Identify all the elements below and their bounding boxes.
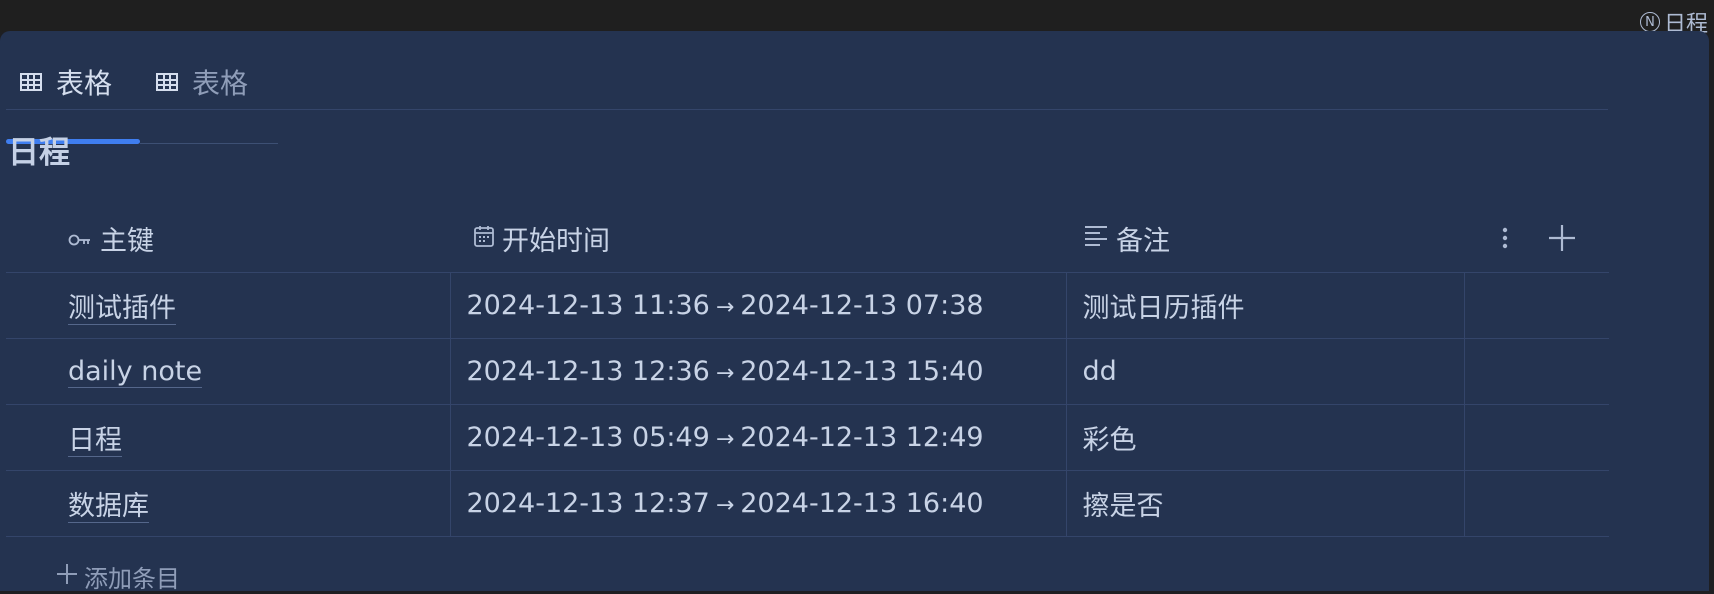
end-value: 2024-12-13 16:40: [740, 487, 984, 519]
column-header-label: 主键: [100, 225, 154, 257]
cell-note[interactable]: 彩色: [1065, 403, 1464, 470]
cell-start-time[interactable]: 2024-12-13 05:49 → 2024-12-13 12:49: [449, 403, 1066, 470]
column-header-key[interactable]: 主键: [6, 177, 450, 272]
cell-empty[interactable]: [1463, 337, 1609, 404]
database-panel: 表格 表格 日程 主键 开始时间 备注 测试插件 2024-12-13 11:3…: [0, 31, 1709, 594]
row-key-link[interactable]: 日程: [68, 424, 122, 457]
tab-table-1[interactable]: 表格: [20, 55, 112, 109]
notion-n-icon: N: [1639, 12, 1660, 32]
cell-start-time[interactable]: 2024-12-13 12:37 → 2024-12-13 16:40: [449, 469, 1066, 537]
add-row-button[interactable]: 添加条目: [56, 559, 180, 594]
column-header-label: 备注: [1116, 225, 1170, 257]
column-header-start-time[interactable]: 开始时间: [450, 177, 1066, 272]
add-row-label: 添加条目: [84, 565, 180, 593]
tab-label: 表格: [192, 67, 249, 100]
cell-note[interactable]: 擦是否: [1065, 469, 1464, 537]
cell-empty[interactable]: [1463, 403, 1609, 470]
tab-label: 表格: [56, 67, 113, 100]
range-arrow-icon: →: [715, 360, 735, 386]
column-header-actions: [1464, 177, 1609, 272]
add-column-plus-icon[interactable]: [1548, 224, 1576, 252]
end-value: 2024-12-13 07:38: [740, 289, 984, 321]
calendar-icon: [474, 223, 494, 254]
range-arrow-icon: →: [715, 294, 735, 320]
cell-start-time[interactable]: 2024-12-13 12:36 → 2024-12-13 15:40: [449, 337, 1066, 404]
view-tabs: 表格 表格: [6, 55, 1608, 144]
cell-note[interactable]: dd: [1065, 337, 1464, 404]
database-table: 主键 开始时间 备注 测试插件 2024-12-13 11:36 → 2024-…: [6, 177, 1609, 537]
table-row[interactable]: daily note 2024-12-13 12:36 → 2024-12-13 1…: [6, 337, 1609, 404]
table-row[interactable]: 日程 2024-12-13 05:49 → 2024-12-13 12:49 彩色: [6, 403, 1609, 470]
cell-note[interactable]: 测试日历插件: [1065, 271, 1464, 338]
start-value: 2024-12-13 11:36: [466, 289, 710, 321]
cell-key[interactable]: 测试插件: [6, 271, 450, 338]
range-arrow-icon: →: [715, 492, 735, 518]
cell-key[interactable]: 数据库: [6, 469, 450, 537]
plus-icon: [56, 563, 78, 591]
more-vertical-icon[interactable]: [1502, 227, 1508, 249]
cell-start-time[interactable]: 2024-12-13 11:36 → 2024-12-13 07:38: [449, 271, 1066, 338]
cell-key[interactable]: daily note: [6, 337, 450, 404]
header-row: 主键 开始时间 备注: [6, 177, 1609, 272]
tab-divider: [140, 143, 278, 144]
top-bar: [0, 0, 1714, 32]
cell-key[interactable]: 日程: [6, 403, 450, 470]
text-lines-icon: [1084, 223, 1108, 254]
table-grid-icon: [156, 73, 178, 91]
table-row[interactable]: 数据库 2024-12-13 12:37 → 2024-12-13 16:40 擦是…: [6, 469, 1609, 537]
row-key-link[interactable]: daily note: [68, 355, 203, 388]
key-icon: [68, 223, 92, 254]
cell-empty[interactable]: [1463, 271, 1609, 338]
row-key-link[interactable]: 数据库: [68, 490, 149, 523]
start-value: 2024-12-13 12:36: [466, 355, 710, 387]
column-header-label: 开始时间: [502, 225, 610, 257]
row-key-link[interactable]: 测试插件: [68, 292, 176, 325]
range-arrow-icon: →: [715, 426, 735, 452]
table-row[interactable]: 测试插件 2024-12-13 11:36 → 2024-12-13 07:38 测…: [6, 271, 1609, 338]
column-header-note[interactable]: 备注: [1066, 177, 1464, 272]
start-value: 2024-12-13 05:49: [466, 421, 710, 453]
database-title[interactable]: 日程: [8, 127, 70, 172]
start-value: 2024-12-13 12:37: [466, 487, 710, 519]
cell-empty[interactable]: [1463, 469, 1609, 537]
end-value: 2024-12-13 12:49: [740, 421, 984, 453]
end-value: 2024-12-13 15:40: [740, 355, 984, 387]
tab-table-2[interactable]: 表格: [156, 55, 248, 109]
table-grid-icon: [20, 73, 42, 91]
